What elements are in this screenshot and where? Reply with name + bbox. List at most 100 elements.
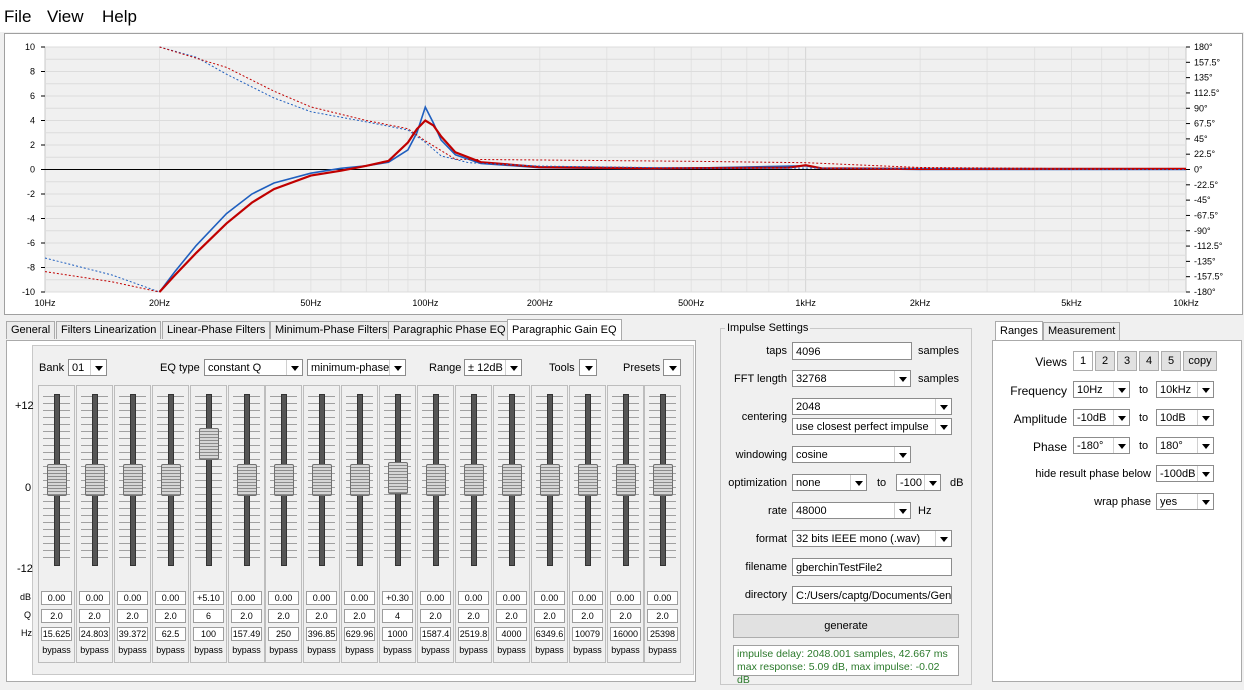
band-q-field[interactable]: 4 [382, 609, 413, 623]
centering-select[interactable]: 2048 [792, 398, 952, 415]
band-gain-field[interactable]: 0.00 [647, 591, 678, 605]
band-freq-field[interactable]: 157.49 [231, 627, 262, 641]
gain-slider-thumb[interactable] [237, 464, 257, 496]
tab-paragraphic-gain-eq[interactable]: Paragraphic Gain EQ [507, 319, 622, 340]
band-freq-field[interactable]: 100 [193, 627, 224, 641]
band-gain-field[interactable]: 0.00 [231, 591, 262, 605]
band-gain-field[interactable]: 0.00 [534, 591, 565, 605]
band-bypass-toggle[interactable]: bypass [608, 645, 643, 655]
taps-input[interactable]: 4096 [792, 342, 912, 360]
band-gain-field[interactable]: 0.00 [344, 591, 375, 605]
band-gain-field[interactable]: 0.00 [496, 591, 527, 605]
range-select[interactable]: ± 12dB [464, 359, 522, 376]
band-gain-field[interactable]: 0.00 [41, 591, 72, 605]
wrap-phase-select[interactable]: yes [1156, 493, 1214, 510]
gain-slider-thumb[interactable] [388, 461, 408, 494]
band-freq-field[interactable]: 1000 [382, 627, 413, 641]
gain-slider-thumb[interactable] [312, 464, 332, 496]
gain-slider-thumb[interactable] [274, 464, 294, 496]
band-bypass-toggle[interactable]: bypass [456, 645, 491, 655]
band-q-field[interactable]: 2.0 [420, 609, 451, 623]
frequency-from-select[interactable]: 10Hz [1073, 381, 1130, 398]
tab-measurement[interactable]: Measurement [1043, 322, 1121, 340]
band-gain-field[interactable]: 0.00 [79, 591, 110, 605]
band-q-field[interactable]: 2.0 [496, 609, 527, 623]
band-q-field[interactable]: 2.0 [344, 609, 375, 623]
centering-mode-select[interactable]: use closest perfect impulse [792, 418, 952, 435]
filename-input[interactable]: gberchinTestFile2 [792, 558, 952, 576]
band-freq-field[interactable]: 1587.4 [420, 627, 451, 641]
gain-slider-thumb[interactable] [616, 464, 636, 496]
tab-linear-phase-filters[interactable]: Linear-Phase Filters [162, 321, 271, 339]
band-freq-field[interactable]: 39.372 [117, 627, 148, 641]
menu-view[interactable]: View [47, 7, 84, 27]
band-q-field[interactable]: 2.0 [306, 609, 337, 623]
gain-slider-thumb[interactable] [199, 427, 219, 460]
gain-slider-thumb[interactable] [464, 464, 484, 496]
band-freq-field[interactable]: 15.625 [41, 627, 72, 641]
band-q-field[interactable]: 2.0 [41, 609, 72, 623]
band-q-field[interactable]: 2.0 [458, 609, 489, 623]
band-bypass-toggle[interactable]: bypass [229, 645, 264, 655]
eq-type-select[interactable]: constant Q [204, 359, 303, 376]
band-freq-field[interactable]: 629.96 [344, 627, 375, 641]
band-bypass-toggle[interactable]: bypass [39, 645, 74, 655]
band-bypass-toggle[interactable]: bypass [77, 645, 112, 655]
band-gain-field[interactable]: +0.30 [382, 591, 413, 605]
band-bypass-toggle[interactable]: bypass [153, 645, 188, 655]
fft-length-select[interactable]: 32768 [792, 370, 911, 387]
band-q-field[interactable]: 2.0 [610, 609, 641, 623]
tab-filters-linearization[interactable]: Filters Linearization [56, 321, 162, 339]
amplitude-to-select[interactable]: 10dB [1156, 409, 1214, 426]
copy-view-button[interactable]: copy [1183, 351, 1217, 371]
rate-select[interactable]: 48000 [792, 502, 911, 519]
optimization-db-select[interactable]: -100 [896, 474, 941, 491]
band-bypass-toggle[interactable]: bypass [304, 645, 339, 655]
view-2-button[interactable]: 2 [1095, 351, 1115, 371]
band-bypass-toggle[interactable]: bypass [494, 645, 529, 655]
band-bypass-toggle[interactable]: bypass [645, 645, 680, 655]
presets-menu-button[interactable] [663, 359, 681, 376]
band-freq-field[interactable]: 396.85 [306, 627, 337, 641]
band-bypass-toggle[interactable]: bypass [380, 645, 415, 655]
band-freq-field[interactable]: 62.5 [155, 627, 186, 641]
optimization-select[interactable]: none [792, 474, 867, 491]
band-q-field[interactable]: 2.0 [117, 609, 148, 623]
band-freq-field[interactable]: 10079 [572, 627, 603, 641]
band-gain-field[interactable]: 0.00 [117, 591, 148, 605]
amplitude-from-select[interactable]: -10dB [1073, 409, 1130, 426]
band-q-field[interactable]: 6 [193, 609, 224, 623]
band-bypass-toggle[interactable]: bypass [266, 645, 301, 655]
band-bypass-toggle[interactable]: bypass [115, 645, 150, 655]
band-gain-field[interactable]: 0.00 [610, 591, 641, 605]
view-3-button[interactable]: 3 [1117, 351, 1137, 371]
menu-help[interactable]: Help [102, 7, 137, 27]
menu-file[interactable]: File [4, 7, 31, 27]
generate-button[interactable]: generate [733, 614, 959, 638]
band-q-field[interactable]: 2.0 [231, 609, 262, 623]
tab-general[interactable]: General [6, 321, 56, 339]
band-q-field[interactable]: 2.0 [155, 609, 186, 623]
band-freq-field[interactable]: 4000 [496, 627, 527, 641]
band-gain-field[interactable]: 0.00 [572, 591, 603, 605]
windowing-select[interactable]: cosine [792, 446, 911, 463]
band-gain-field[interactable]: +5.10 [193, 591, 224, 605]
directory-input[interactable]: C:/Users/captg/Documents/Gene [792, 586, 952, 604]
phase-to-select[interactable]: 180° [1156, 437, 1214, 454]
band-q-field[interactable]: 2.0 [79, 609, 110, 623]
gain-slider-thumb[interactable] [161, 464, 181, 496]
gain-slider-thumb[interactable] [85, 464, 105, 496]
gain-slider-thumb[interactable] [350, 464, 370, 496]
gain-slider-thumb[interactable] [578, 464, 598, 496]
band-bypass-toggle[interactable]: bypass [532, 645, 567, 655]
band-freq-field[interactable]: 24.803 [79, 627, 110, 641]
band-bypass-toggle[interactable]: bypass [570, 645, 605, 655]
band-q-field[interactable]: 2.0 [534, 609, 565, 623]
band-gain-field[interactable]: 0.00 [306, 591, 337, 605]
gain-slider-thumb[interactable] [426, 464, 446, 496]
band-freq-field[interactable]: 6349.6 [534, 627, 565, 641]
phase-type-select[interactable]: minimum-phase [307, 359, 406, 376]
band-freq-field[interactable]: 16000 [610, 627, 641, 641]
band-gain-field[interactable]: 0.00 [420, 591, 451, 605]
band-freq-field[interactable]: 25398 [647, 627, 678, 641]
